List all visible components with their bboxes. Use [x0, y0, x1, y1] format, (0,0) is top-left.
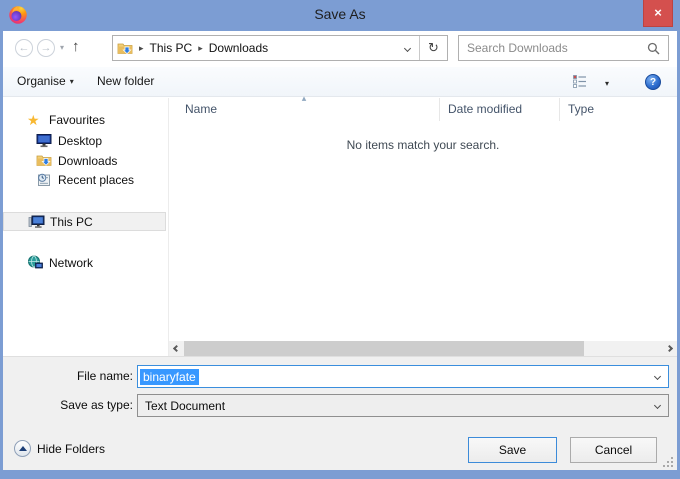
sidebar-item-network[interactable]: Network: [3, 254, 166, 273]
forward-icon: →: [41, 42, 52, 54]
star-icon: ★: [27, 112, 40, 128]
navigation-pane: ★ Favourites Desktop Downloads: [3, 98, 167, 356]
file-name-input[interactable]: binaryfate: [137, 365, 669, 388]
cancel-button[interactable]: Cancel: [570, 437, 657, 463]
column-header-date-modified[interactable]: Date modified: [439, 98, 559, 121]
save-as-type-value: Text Document: [145, 399, 225, 413]
sidebar-item-favourites[interactable]: ★ Favourites: [3, 111, 166, 130]
column-label: Type: [568, 102, 594, 116]
sidebar-label: Network: [49, 256, 93, 270]
sidebar-item-downloads[interactable]: Downloads: [3, 152, 166, 171]
downloads-folder-icon: [117, 41, 133, 55]
chevron-right-icon: [666, 345, 673, 352]
sidebar-item-desktop[interactable]: Desktop: [3, 132, 166, 151]
address-bar[interactable]: ▸ This PC ▸ Downloads ↻: [112, 35, 448, 61]
resize-grip[interactable]: [662, 456, 674, 468]
window-title: Save As: [0, 6, 680, 22]
organise-dropdown-icon: ▾: [70, 77, 74, 86]
back-icon: ←: [19, 42, 30, 54]
this-pc-icon: [28, 214, 45, 229]
sidebar-label: Favourites: [49, 113, 105, 127]
search-box[interactable]: Search Downloads: [458, 35, 669, 61]
breadcrumb-this-pc[interactable]: This PC: [150, 41, 193, 55]
close-icon: ×: [654, 5, 662, 20]
sidebar-label: Recent places: [58, 173, 134, 187]
crumb-separator-icon: ▸: [198, 43, 203, 54]
column-label: Date modified: [448, 102, 522, 116]
empty-message: No items match your search.: [169, 138, 677, 152]
save-button[interactable]: Save: [468, 437, 557, 463]
chevron-up-circle-icon: [14, 440, 31, 457]
close-button[interactable]: ×: [643, 0, 673, 27]
scroll-right-button[interactable]: [662, 341, 677, 356]
save-as-type-select[interactable]: Text Document: [137, 394, 669, 417]
search-placeholder: Search Downloads: [467, 41, 647, 55]
save-as-dialog: Save As × ← → ▾ ↑ ▸ This PC: [0, 0, 680, 479]
sidebar-item-this-pc[interactable]: This PC: [3, 212, 166, 231]
help-icon: ?: [650, 77, 656, 88]
address-dropdown-icon[interactable]: [404, 44, 411, 51]
save-panel: File name: binaryfate Save as type: Text…: [3, 356, 677, 470]
recent-places-icon: [36, 172, 52, 187]
refresh-button[interactable]: ↻: [419, 36, 447, 60]
scrollbar-thumb[interactable]: [184, 341, 584, 356]
refresh-icon: ↻: [428, 40, 439, 55]
file-name-label: File name:: [3, 365, 133, 388]
help-button[interactable]: ?: [645, 74, 661, 90]
search-icon: [647, 42, 660, 55]
organise-label: Organise: [17, 74, 66, 88]
view-dropdown-icon[interactable]: ▾: [605, 79, 609, 88]
chevron-down-icon[interactable]: [654, 373, 661, 380]
sidebar-label: This PC: [50, 215, 93, 229]
chevron-down-icon: [654, 402, 661, 409]
horizontal-scrollbar[interactable]: [169, 341, 677, 356]
organise-button[interactable]: Organise ▾: [11, 67, 80, 96]
file-name-value: binaryfate: [140, 369, 199, 385]
new-folder-label: New folder: [97, 74, 154, 88]
downloads-folder-icon: [36, 153, 52, 167]
navigation-bar: ← → ▾ ↑ ▸ This PC ▸ Downloads ↻: [3, 31, 677, 66]
sidebar-item-recent-places[interactable]: Recent places: [3, 171, 166, 190]
up-button[interactable]: ↑: [72, 38, 80, 55]
network-icon: [27, 255, 43, 270]
chevron-left-icon: [173, 345, 180, 352]
breadcrumb-downloads[interactable]: Downloads: [209, 41, 268, 55]
column-label: Name: [185, 102, 217, 116]
titlebar: Save As ×: [0, 0, 680, 31]
details-view-icon[interactable]: [573, 75, 588, 88]
crumb-separator-icon: ▸: [139, 43, 144, 54]
scroll-left-button[interactable]: [169, 341, 184, 356]
history-dropdown-icon[interactable]: ▾: [60, 43, 64, 52]
desktop-icon: [36, 133, 52, 148]
hide-folders-label: Hide Folders: [37, 442, 105, 456]
sidebar-label: Downloads: [58, 154, 117, 168]
new-folder-button[interactable]: New folder: [91, 67, 160, 96]
save-as-type-label: Save as type:: [3, 394, 133, 417]
sidebar-label: Desktop: [58, 134, 102, 148]
column-header-type[interactable]: Type: [559, 98, 674, 121]
back-button[interactable]: ←: [15, 39, 33, 57]
forward-button[interactable]: →: [37, 39, 55, 57]
column-header-name[interactable]: Name: [169, 98, 439, 121]
dialog-body: ← → ▾ ↑ ▸ This PC ▸ Downloads ↻: [3, 31, 677, 470]
file-list: ▴ Name Date modified Type No items match…: [168, 98, 677, 356]
